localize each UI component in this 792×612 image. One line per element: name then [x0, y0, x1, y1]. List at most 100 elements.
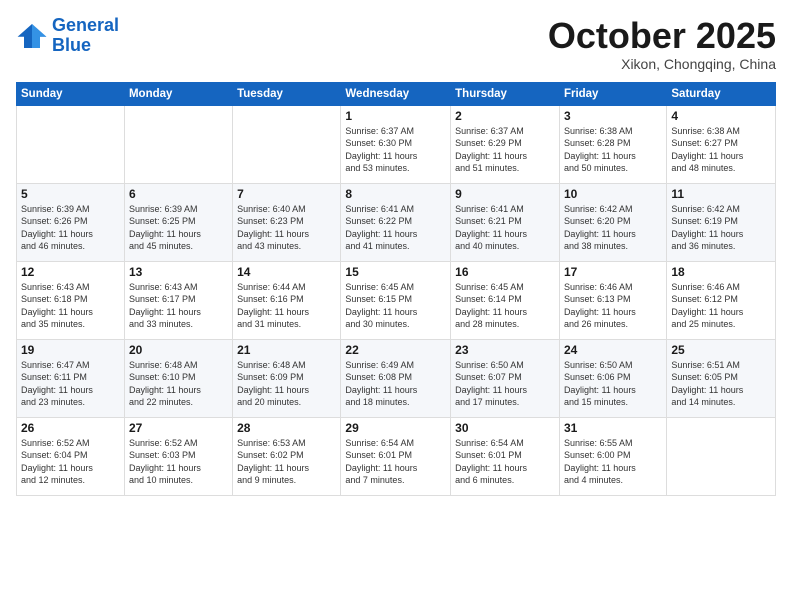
logo-line2: Blue: [52, 35, 91, 55]
day-info: Sunrise: 6:52 AM Sunset: 6:03 PM Dayligh…: [129, 437, 228, 487]
day-number: 11: [671, 187, 771, 201]
logo-line1: General: [52, 15, 119, 35]
day-info: Sunrise: 6:48 AM Sunset: 6:09 PM Dayligh…: [237, 359, 336, 409]
day-number: 18: [671, 265, 771, 279]
table-cell: 3 Sunrise: 6:38 AM Sunset: 6:28 PM Daylig…: [559, 105, 666, 183]
table-cell: 15Sunrise: 6:45 AM Sunset: 6:15 PM Dayli…: [341, 261, 451, 339]
day-number: 3: [564, 109, 662, 123]
day-info: Sunrise: 6:39 AM Sunset: 6:26 PM Dayligh…: [21, 203, 120, 253]
table-cell: 13Sunrise: 6:43 AM Sunset: 6:17 PM Dayli…: [124, 261, 232, 339]
table-cell: 14Sunrise: 6:44 AM Sunset: 6:16 PM Dayli…: [233, 261, 341, 339]
day-number: 27: [129, 421, 228, 435]
weekday-header-row: Sunday Monday Tuesday Wednesday Thursday…: [17, 82, 776, 105]
header-tuesday: Tuesday: [233, 82, 341, 105]
day-number: 14: [237, 265, 336, 279]
day-info: Sunrise: 6:51 AM Sunset: 6:05 PM Dayligh…: [671, 359, 771, 409]
day-info: Sunrise: 6:45 AM Sunset: 6:14 PM Dayligh…: [455, 281, 555, 331]
day-number: 1: [345, 109, 446, 123]
day-info: Sunrise: 6:38 AM Sunset: 6:28 PM Dayligh…: [564, 125, 662, 175]
day-info: Sunrise: 6:39 AM Sunset: 6:25 PM Dayligh…: [129, 203, 228, 253]
header-friday: Friday: [559, 82, 666, 105]
day-number: 26: [21, 421, 120, 435]
day-info: Sunrise: 6:41 AM Sunset: 6:22 PM Dayligh…: [345, 203, 446, 253]
day-number: 12: [21, 265, 120, 279]
day-info: Sunrise: 6:52 AM Sunset: 6:04 PM Dayligh…: [21, 437, 120, 487]
header-sunday: Sunday: [17, 82, 125, 105]
table-cell: 27 Sunrise: 6:52 AM Sunset: 6:03 PM Dayli…: [124, 417, 232, 495]
day-number: 20: [129, 343, 228, 357]
table-cell: 1Sunrise: 6:37 AM Sunset: 6:30 PM Daylig…: [341, 105, 451, 183]
header-saturday: Saturday: [667, 82, 776, 105]
day-number: 29: [345, 421, 446, 435]
week-row-2: 12 Sunrise: 6:43 AM Sunset: 6:18 PM Dayli…: [17, 261, 776, 339]
day-number: 10: [564, 187, 662, 201]
week-row-4: 26 Sunrise: 6:52 AM Sunset: 6:04 PM Dayli…: [17, 417, 776, 495]
day-number: 28: [237, 421, 336, 435]
week-row-1: 5 Sunrise: 6:39 AM Sunset: 6:26 PM Daylig…: [17, 183, 776, 261]
day-info: Sunrise: 6:50 AM Sunset: 6:06 PM Dayligh…: [564, 359, 662, 409]
day-info: Sunrise: 6:42 AM Sunset: 6:20 PM Dayligh…: [564, 203, 662, 253]
table-cell: [17, 105, 125, 183]
table-cell: 7Sunrise: 6:40 AM Sunset: 6:23 PM Daylig…: [233, 183, 341, 261]
table-cell: 24 Sunrise: 6:50 AM Sunset: 6:06 PM Dayli…: [559, 339, 666, 417]
table-cell: 9 Sunrise: 6:41 AM Sunset: 6:21 PM Daylig…: [451, 183, 560, 261]
day-number: 25: [671, 343, 771, 357]
day-number: 16: [455, 265, 555, 279]
day-number: 15: [345, 265, 446, 279]
month-title: October 2025: [548, 16, 776, 56]
day-info: Sunrise: 6:38 AM Sunset: 6:27 PM Dayligh…: [671, 125, 771, 175]
table-cell: 30 Sunrise: 6:54 AM Sunset: 6:01 PM Dayli…: [451, 417, 560, 495]
table-cell: 31Sunrise: 6:55 AM Sunset: 6:00 PM Dayli…: [559, 417, 666, 495]
table-cell: 23Sunrise: 6:50 AM Sunset: 6:07 PM Dayli…: [451, 339, 560, 417]
day-info: Sunrise: 6:53 AM Sunset: 6:02 PM Dayligh…: [237, 437, 336, 487]
table-cell: 28 Sunrise: 6:53 AM Sunset: 6:02 PM Dayli…: [233, 417, 341, 495]
table-cell: 29Sunrise: 6:54 AM Sunset: 6:01 PM Dayli…: [341, 417, 451, 495]
day-number: 21: [237, 343, 336, 357]
day-number: 24: [564, 343, 662, 357]
table-cell: 10 Sunrise: 6:42 AM Sunset: 6:20 PM Dayli…: [559, 183, 666, 261]
logo-icon: [16, 22, 48, 50]
day-number: 30: [455, 421, 555, 435]
table-cell: 21 Sunrise: 6:48 AM Sunset: 6:09 PM Dayli…: [233, 339, 341, 417]
week-row-3: 19 Sunrise: 6:47 AM Sunset: 6:11 PM Dayli…: [17, 339, 776, 417]
day-number: 17: [564, 265, 662, 279]
table-cell: 5 Sunrise: 6:39 AM Sunset: 6:26 PM Daylig…: [17, 183, 125, 261]
table-cell: 16 Sunrise: 6:45 AM Sunset: 6:14 PM Dayli…: [451, 261, 560, 339]
table-cell: 11Sunrise: 6:42 AM Sunset: 6:19 PM Dayli…: [667, 183, 776, 261]
day-info: Sunrise: 6:41 AM Sunset: 6:21 PM Dayligh…: [455, 203, 555, 253]
day-number: 9: [455, 187, 555, 201]
table-cell: 12 Sunrise: 6:43 AM Sunset: 6:18 PM Dayli…: [17, 261, 125, 339]
logo-text: General Blue: [52, 16, 119, 56]
day-info: Sunrise: 6:46 AM Sunset: 6:12 PM Dayligh…: [671, 281, 771, 331]
page: General Blue October 2025 Xikon, Chongqi…: [0, 0, 792, 612]
table-cell: 17 Sunrise: 6:46 AM Sunset: 6:13 PM Dayli…: [559, 261, 666, 339]
day-number: 13: [129, 265, 228, 279]
day-info: Sunrise: 6:48 AM Sunset: 6:10 PM Dayligh…: [129, 359, 228, 409]
day-info: Sunrise: 6:54 AM Sunset: 6:01 PM Dayligh…: [455, 437, 555, 487]
table-cell: 6 Sunrise: 6:39 AM Sunset: 6:25 PM Daylig…: [124, 183, 232, 261]
header: General Blue October 2025 Xikon, Chongqi…: [16, 16, 776, 72]
calendar: Sunday Monday Tuesday Wednesday Thursday…: [16, 82, 776, 496]
day-info: Sunrise: 6:43 AM Sunset: 6:18 PM Dayligh…: [21, 281, 120, 331]
day-number: 31: [564, 421, 662, 435]
day-number: 5: [21, 187, 120, 201]
table-cell: 26 Sunrise: 6:52 AM Sunset: 6:04 PM Dayli…: [17, 417, 125, 495]
day-info: Sunrise: 6:37 AM Sunset: 6:29 PM Dayligh…: [455, 125, 555, 175]
day-info: Sunrise: 6:49 AM Sunset: 6:08 PM Dayligh…: [345, 359, 446, 409]
day-number: 2: [455, 109, 555, 123]
day-info: Sunrise: 6:47 AM Sunset: 6:11 PM Dayligh…: [21, 359, 120, 409]
day-info: Sunrise: 6:50 AM Sunset: 6:07 PM Dayligh…: [455, 359, 555, 409]
table-cell: 4Sunrise: 6:38 AM Sunset: 6:27 PM Daylig…: [667, 105, 776, 183]
table-cell: 2 Sunrise: 6:37 AM Sunset: 6:29 PM Daylig…: [451, 105, 560, 183]
header-thursday: Thursday: [451, 82, 560, 105]
table-cell: 19 Sunrise: 6:47 AM Sunset: 6:11 PM Dayli…: [17, 339, 125, 417]
location-subtitle: Xikon, Chongqing, China: [548, 56, 776, 72]
table-cell: 18 Sunrise: 6:46 AM Sunset: 6:12 PM Dayli…: [667, 261, 776, 339]
table-cell: 25 Sunrise: 6:51 AM Sunset: 6:05 PM Dayli…: [667, 339, 776, 417]
table-cell: 20 Sunrise: 6:48 AM Sunset: 6:10 PM Dayli…: [124, 339, 232, 417]
day-number: 19: [21, 343, 120, 357]
header-monday: Monday: [124, 82, 232, 105]
day-info: Sunrise: 6:46 AM Sunset: 6:13 PM Dayligh…: [564, 281, 662, 331]
day-number: 6: [129, 187, 228, 201]
day-number: 8: [345, 187, 446, 201]
